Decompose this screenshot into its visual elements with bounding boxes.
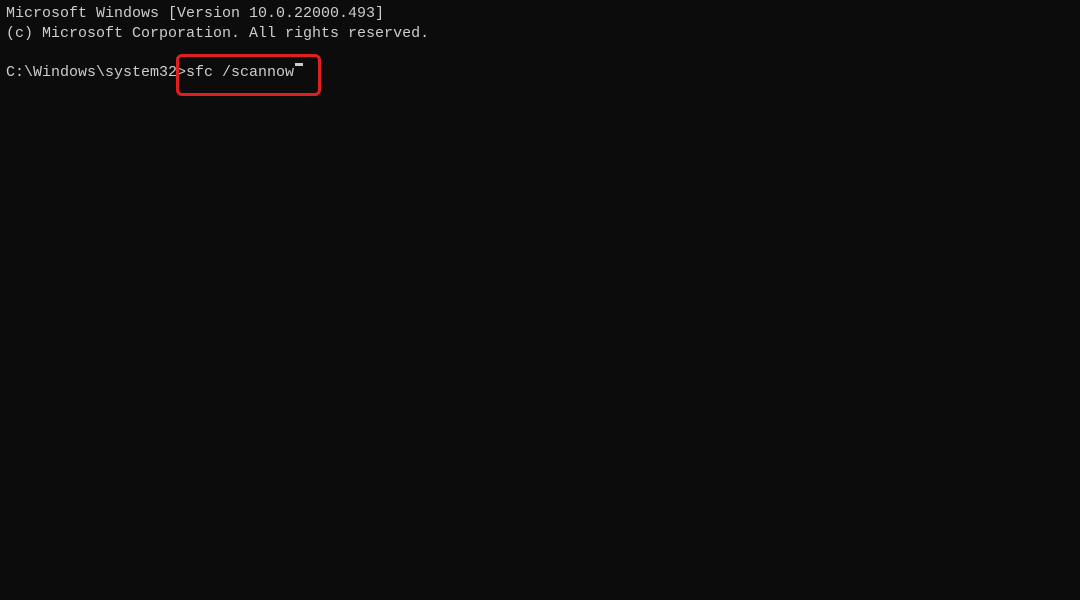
banner-version-line: Microsoft Windows [Version 10.0.22000.49…: [6, 4, 1074, 24]
prompt-path: C:\Windows\system32>: [6, 63, 186, 83]
cursor-icon: [295, 63, 303, 66]
typed-command[interactable]: sfc /scannow: [186, 63, 294, 83]
command-prompt-line[interactable]: C:\Windows\system32>sfc /scannow: [6, 63, 1074, 83]
banner-copyright-line: (c) Microsoft Corporation. All rights re…: [6, 24, 1074, 44]
